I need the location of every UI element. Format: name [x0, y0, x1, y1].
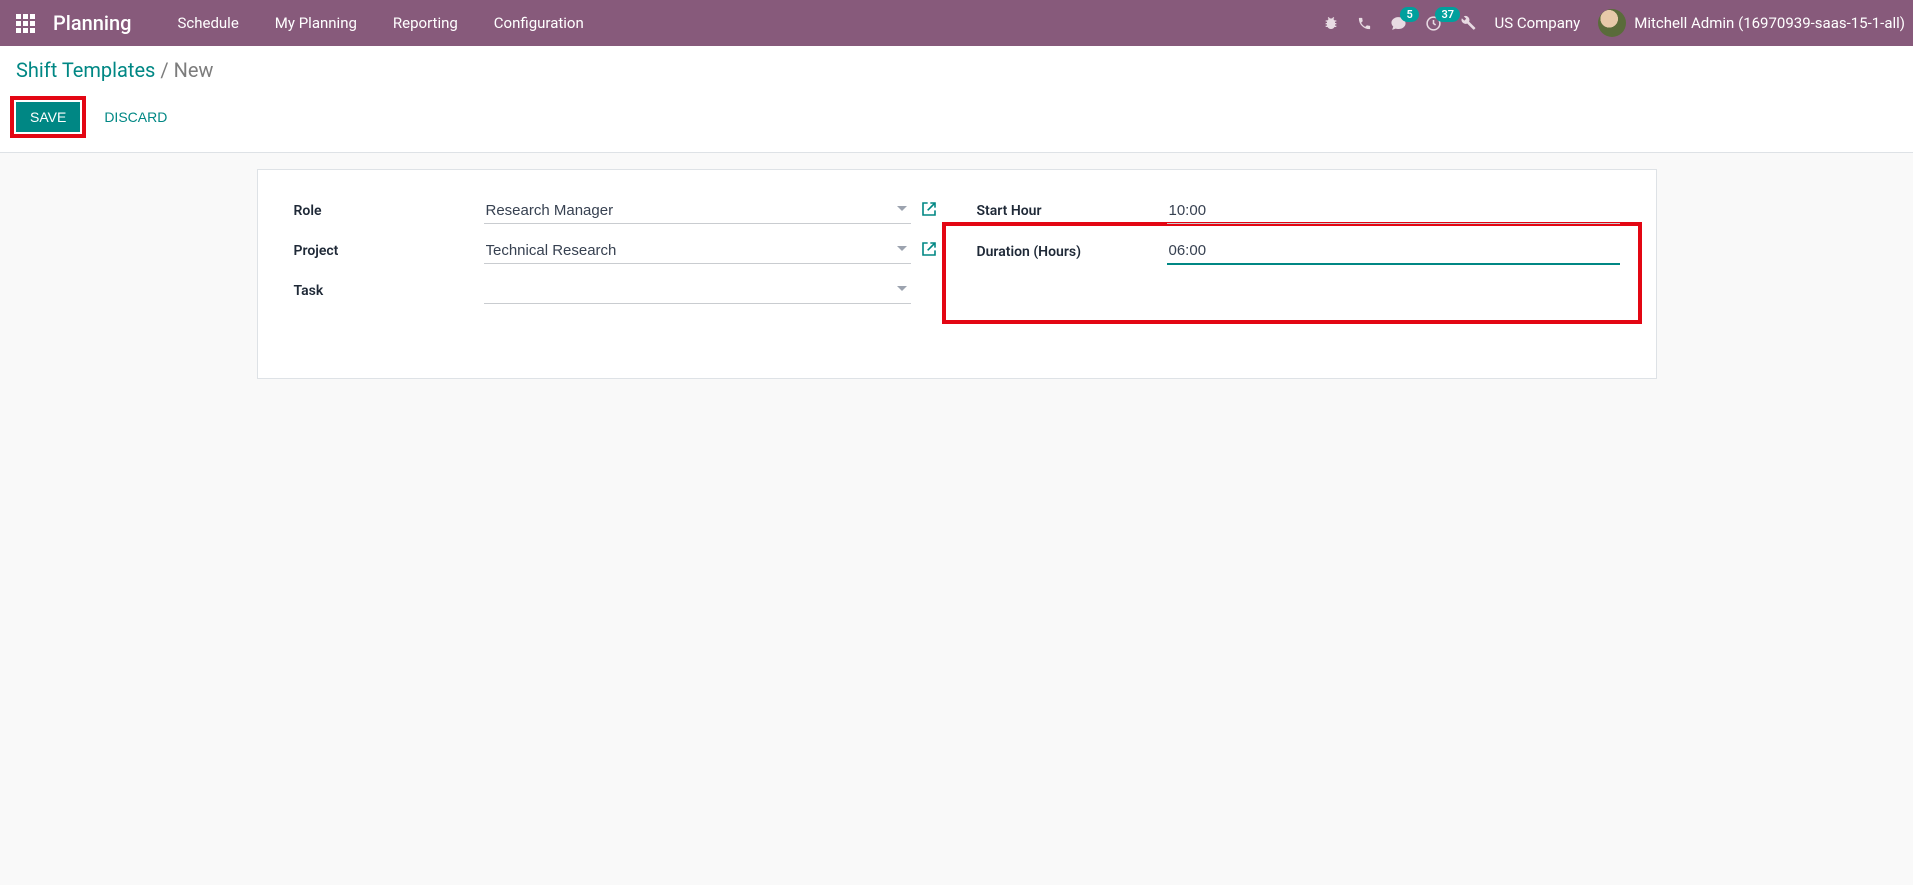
role-field[interactable]: [484, 198, 911, 224]
activities-badge: 37: [1435, 7, 1460, 22]
user-menu[interactable]: Mitchell Admin (16970939-saas-15-1-all): [1598, 9, 1905, 37]
breadcrumb-current: New: [174, 58, 214, 82]
bug-icon[interactable]: [1323, 15, 1339, 31]
duration-label: Duration (Hours): [977, 244, 1167, 260]
save-highlight: Save: [10, 96, 86, 138]
discard-button[interactable]: Discard: [104, 109, 167, 125]
external-link-icon[interactable]: [921, 201, 937, 221]
breadcrumb-root[interactable]: Shift Templates: [16, 58, 155, 82]
chevron-down-icon[interactable]: [897, 246, 907, 251]
activities-icon[interactable]: 37: [1425, 15, 1442, 32]
control-panel: Shift Templates / New Save Discard: [0, 46, 1913, 153]
task-label: Task: [294, 283, 484, 299]
start-hour-field[interactable]: [1167, 198, 1620, 224]
messages-icon[interactable]: 5: [1390, 15, 1407, 32]
username: Mitchell Admin (16970939-saas-15-1-all): [1634, 14, 1905, 32]
chevron-down-icon[interactable]: [897, 206, 907, 211]
chevron-down-icon[interactable]: [897, 286, 907, 291]
project-field[interactable]: [484, 238, 911, 264]
messages-badge: 5: [1400, 7, 1418, 22]
role-label: Role: [294, 203, 484, 219]
phone-icon[interactable]: [1357, 16, 1372, 31]
form-sheet: Role Project: [257, 169, 1657, 379]
navbar: Planning Schedule My Planning Reporting …: [0, 0, 1913, 46]
save-button[interactable]: Save: [16, 102, 80, 132]
company-selector[interactable]: US Company: [1494, 14, 1580, 32]
breadcrumb: Shift Templates / New: [16, 58, 1897, 82]
nav-menu-schedule[interactable]: Schedule: [161, 8, 254, 38]
tools-icon[interactable]: [1460, 15, 1476, 31]
app-title: Planning: [53, 11, 131, 35]
nav-menu-reporting[interactable]: Reporting: [377, 8, 474, 38]
nav-menu-my-planning[interactable]: My Planning: [259, 8, 373, 38]
start-hour-label: Start Hour: [977, 203, 1167, 219]
task-field[interactable]: [484, 278, 911, 304]
external-link-icon[interactable]: [921, 241, 937, 261]
nav-menu-configuration[interactable]: Configuration: [478, 8, 600, 38]
project-label: Project: [294, 243, 484, 259]
avatar: [1598, 9, 1626, 37]
form-left-column: Role Project: [294, 198, 937, 318]
form-right-column: Start Hour Duration (Hours): [977, 198, 1620, 318]
duration-field[interactable]: [1167, 238, 1620, 265]
apps-icon[interactable]: [16, 14, 35, 33]
nav-menu: Schedule My Planning Reporting Configura…: [161, 8, 599, 38]
